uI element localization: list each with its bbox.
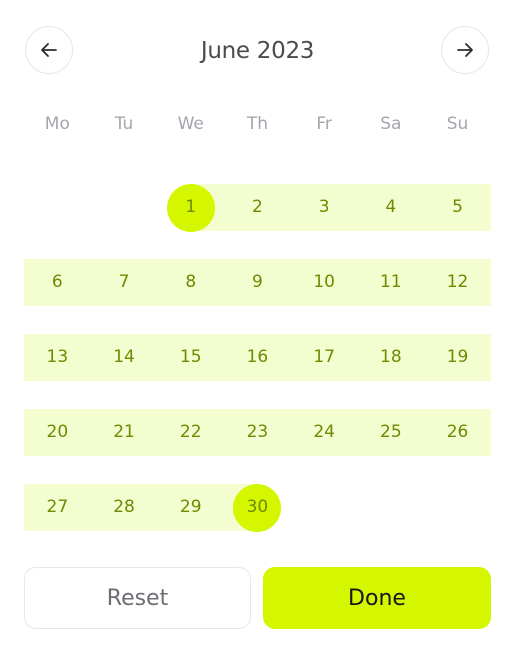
day-number: 14 <box>113 347 135 367</box>
day-number: 6 <box>51 272 63 292</box>
day-number: 21 <box>113 422 135 442</box>
day-17[interactable]: 17 <box>291 334 358 381</box>
day-number: 28 <box>113 497 135 517</box>
day-28[interactable]: 28 <box>91 484 158 531</box>
done-button-label: Done <box>348 585 406 611</box>
day-number: 18 <box>380 347 402 367</box>
day-number: 7 <box>118 272 130 292</box>
arrow-left-icon <box>41 43 57 57</box>
day-number: 1 <box>185 197 197 217</box>
day-number: 29 <box>179 497 202 517</box>
day-25[interactable]: 25 <box>358 409 425 456</box>
day-number: 25 <box>380 422 402 442</box>
day-number: 17 <box>313 347 335 367</box>
weekday-label-su: Su <box>446 114 469 134</box>
day-number: 30 <box>246 497 269 517</box>
day-number: 2 <box>252 197 263 217</box>
month-title: June 2023 <box>200 38 315 64</box>
day-26[interactable]: 26 <box>424 409 491 456</box>
day-29[interactable]: 29 <box>157 484 224 531</box>
day-number: 27 <box>46 497 69 517</box>
day-2[interactable]: 2 <box>224 184 291 231</box>
day-6[interactable]: 6 <box>24 259 91 306</box>
day-4[interactable]: 4 <box>358 184 425 231</box>
done-button[interactable]: Done <box>263 567 491 629</box>
day-number: 3 <box>318 197 330 217</box>
day-number: 13 <box>46 347 69 367</box>
day-number: 24 <box>313 422 335 442</box>
day-20[interactable]: 20 <box>24 409 91 456</box>
day-21[interactable]: 21 <box>91 409 158 456</box>
day-number: 26 <box>446 422 469 442</box>
reset-button[interactable]: Reset <box>24 567 251 629</box>
day-24[interactable]: 24 <box>291 409 358 456</box>
day-1-range-start[interactable]: 1 <box>157 183 224 232</box>
weekday-label-mo: Mo <box>44 114 70 134</box>
weekday-label-sa: Sa <box>380 114 402 134</box>
day-number: 23 <box>246 422 269 442</box>
reset-button-label: Reset <box>106 585 169 611</box>
day-22[interactable]: 22 <box>157 409 224 456</box>
day-8[interactable]: 8 <box>157 259 224 306</box>
day-11[interactable]: 11 <box>358 259 425 306</box>
day-number: 4 <box>385 197 397 217</box>
day-number: 22 <box>179 422 202 442</box>
day-16[interactable]: 16 <box>224 334 291 381</box>
day-10[interactable]: 10 <box>291 259 358 306</box>
day-12[interactable]: 12 <box>424 259 491 306</box>
day-number: 5 <box>452 197 463 217</box>
day-number: 20 <box>46 422 69 442</box>
previous-month-button[interactable] <box>25 26 73 74</box>
day-number: 19 <box>446 347 469 367</box>
day-23[interactable]: 23 <box>224 409 291 456</box>
day-30-range-end[interactable]: 30 <box>224 483 291 532</box>
day-7[interactable]: 7 <box>91 259 158 306</box>
weekday-header: Mo Tu We Th Fr Sa Su <box>24 110 491 138</box>
day-number: 8 <box>185 272 197 292</box>
day-number: 9 <box>252 272 263 292</box>
day-number: 10 <box>313 272 335 292</box>
weekday-label-tu: Tu <box>114 114 134 134</box>
day-number: 15 <box>179 347 202 367</box>
day-19[interactable]: 19 <box>424 334 491 381</box>
next-month-button[interactable] <box>441 26 489 74</box>
day-number: 12 <box>446 272 469 292</box>
weekday-label-fr: Fr <box>316 114 332 134</box>
day-18[interactable]: 18 <box>358 334 425 381</box>
day-number: 11 <box>380 272 402 292</box>
day-5[interactable]: 5 <box>424 184 491 231</box>
day-27[interactable]: 27 <box>24 484 91 531</box>
weekday-label-th: Th <box>246 114 269 134</box>
day-9[interactable]: 9 <box>224 259 291 306</box>
day-3[interactable]: 3 <box>291 184 358 231</box>
day-number: 16 <box>246 347 269 367</box>
day-15[interactable]: 15 <box>157 334 224 381</box>
day-14[interactable]: 14 <box>91 334 158 381</box>
arrow-right-icon <box>457 43 473 57</box>
day-13[interactable]: 13 <box>24 334 91 381</box>
weekday-label-we: We <box>177 114 204 134</box>
